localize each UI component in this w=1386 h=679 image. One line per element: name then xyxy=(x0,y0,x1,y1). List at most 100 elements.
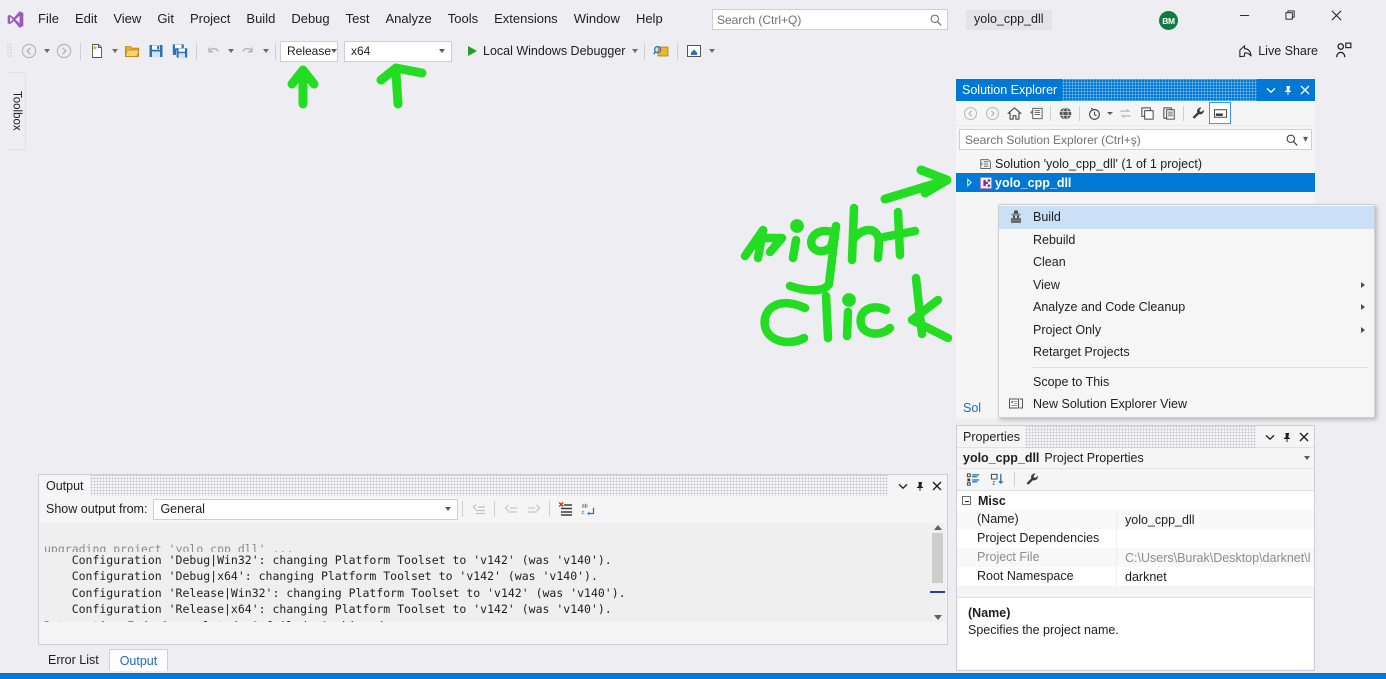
new-project-button[interactable] xyxy=(85,39,109,63)
scroll-up-arrow-icon[interactable] xyxy=(933,525,942,530)
menu-item-file[interactable]: File xyxy=(30,7,67,31)
property-row-project-dependencies[interactable]: Project Dependencies xyxy=(957,529,1314,548)
output-source-combo[interactable]: General xyxy=(153,498,459,520)
menu-item-analyze[interactable]: Analyze xyxy=(377,7,439,31)
menu-item-debug[interactable]: Debug xyxy=(283,7,337,31)
account-avatar[interactable]: BM xyxy=(1159,11,1178,30)
restore-button[interactable] xyxy=(1267,0,1313,31)
menu-item-view[interactable]: View xyxy=(105,7,149,31)
live-share-button[interactable]: Live Share xyxy=(1238,40,1318,62)
output-next-message-button[interactable] xyxy=(522,498,545,520)
se-show-all-files-button[interactable] xyxy=(1054,102,1076,124)
se-properties-window-button[interactable] xyxy=(1187,102,1209,124)
menu-item-edit[interactable]: Edit xyxy=(67,7,105,31)
property-row-project-file[interactable]: Project File C:\Users\Burak\Desktop\dark… xyxy=(957,548,1314,567)
solution-explorer-bottom-tab[interactable]: Sol xyxy=(956,398,988,418)
context-menu-item-new-solution-explorer-view[interactable]: New Solution Explorer View xyxy=(999,393,1374,416)
panel-close-button[interactable] xyxy=(1295,427,1312,447)
se-properties-button[interactable] xyxy=(1158,102,1180,124)
send-feedback-icon[interactable] xyxy=(1334,42,1352,60)
context-menu-item-view[interactable]: View xyxy=(999,274,1374,297)
panel-pin-button[interactable] xyxy=(1278,427,1295,447)
panel-drag-area[interactable] xyxy=(89,475,888,496)
menu-item-build[interactable]: Build xyxy=(238,7,283,31)
solution-configuration-combo[interactable]: Release xyxy=(280,40,338,62)
navigate-backward-button[interactable] xyxy=(17,39,41,63)
panel-pin-button[interactable] xyxy=(1279,80,1296,100)
tree-expander-icon[interactable] xyxy=(962,178,976,187)
context-menu-item-build[interactable]: Build xyxy=(999,206,1374,229)
scroll-down-arrow-icon[interactable] xyxy=(933,615,942,620)
tree-row-solution[interactable]: Solution 'yolo_cpp_dll' (1 of 1 project) xyxy=(956,154,1315,173)
se-home-button[interactable] xyxy=(1003,102,1025,124)
categorized-view-button[interactable] xyxy=(961,470,985,490)
panel-pin-button[interactable] xyxy=(911,476,928,496)
panel-menu-button[interactable] xyxy=(1262,80,1279,100)
menu-item-help[interactable]: Help xyxy=(628,7,671,31)
panel-close-button[interactable] xyxy=(1296,80,1313,100)
panel-menu-button[interactable] xyxy=(1261,427,1278,447)
output-go-to-message-button[interactable] xyxy=(467,498,490,520)
toolbar-grip-handle[interactable] xyxy=(4,42,15,60)
output-text-area[interactable]: upgrading project 'yolo_cpp_dll' ... Con… xyxy=(40,523,946,622)
context-menu-item-analyze-and-code-cleanup[interactable]: Analyze and Code Cleanup xyxy=(999,296,1374,319)
se-solution-view-button[interactable] xyxy=(1025,102,1047,124)
attach-to-process-button[interactable] xyxy=(649,39,673,63)
scrollbar-thumb[interactable] xyxy=(932,533,943,583)
context-menu-item-scope-to-this[interactable]: Scope to This xyxy=(999,371,1374,394)
solution-platform-combo[interactable]: x64 xyxy=(344,40,452,62)
se-forward-button[interactable] xyxy=(981,102,1003,124)
se-pending-changes-dropdown[interactable] xyxy=(1105,102,1114,124)
context-menu-item-clean[interactable]: Clean xyxy=(999,251,1374,274)
se-collapse-all-button[interactable] xyxy=(1136,102,1158,124)
menu-item-window[interactable]: Window xyxy=(566,7,628,31)
global-search-box[interactable] xyxy=(712,9,948,30)
panel-drag-area[interactable] xyxy=(1062,79,1257,101)
toolbar-overflow-button[interactable] xyxy=(706,39,717,63)
property-row-name[interactable]: (Name) yolo_cpp_dll xyxy=(957,510,1314,529)
redo-button[interactable] xyxy=(236,39,260,63)
chevron-down-icon[interactable] xyxy=(1304,456,1310,460)
start-debugging-button[interactable]: Local Windows Debugger xyxy=(462,40,629,62)
se-preview-selected-button[interactable] xyxy=(1209,102,1231,124)
context-menu-item-rebuild[interactable]: Rebuild xyxy=(999,229,1374,252)
context-menu-item-retarget-projects[interactable]: Retarget Projects xyxy=(999,341,1374,364)
menu-item-project[interactable]: Project xyxy=(182,7,238,31)
panel-drag-area[interactable] xyxy=(1024,425,1256,448)
save-button[interactable] xyxy=(144,39,168,63)
property-value[interactable]: darknet xyxy=(1117,570,1314,584)
properties-object-selector[interactable]: yolo_cpp_dll Project Properties xyxy=(957,448,1314,469)
properties-category-misc[interactable]: Misc xyxy=(957,491,1314,510)
context-menu-item-project-only[interactable]: Project Only xyxy=(999,319,1374,342)
save-all-button[interactable] xyxy=(168,39,192,63)
chevron-down-icon[interactable] xyxy=(331,42,337,61)
chevron-down-icon[interactable] xyxy=(441,507,455,511)
toolbox-tab[interactable]: Toolbox xyxy=(8,72,26,150)
property-row-root-namespace[interactable]: Root Namespace darknet xyxy=(957,567,1314,586)
start-debugging-dropdown[interactable] xyxy=(629,39,640,63)
solution-search-input[interactable] xyxy=(965,132,1285,147)
se-back-button[interactable] xyxy=(959,102,981,124)
menu-item-git[interactable]: Git xyxy=(149,7,182,31)
open-file-button[interactable] xyxy=(120,39,144,63)
se-pending-changes-button[interactable] xyxy=(1083,102,1105,124)
output-vertical-scrollbar[interactable] xyxy=(930,523,945,622)
output-toggle-word-wrap-button[interactable]: ab c xyxy=(577,498,600,520)
navigate-forward-button[interactable] xyxy=(52,39,76,63)
property-pages-button[interactable] xyxy=(1020,470,1044,490)
panel-close-button[interactable] xyxy=(928,476,945,496)
solution-explorer-search[interactable]: ▾ xyxy=(959,129,1312,150)
navigate-backward-dropdown[interactable] xyxy=(41,39,52,63)
tree-row-project[interactable]: yolo_cpp_dll xyxy=(956,173,1315,192)
menu-item-test[interactable]: Test xyxy=(338,7,378,31)
output-clear-all-button[interactable] xyxy=(554,498,577,520)
undo-button[interactable] xyxy=(201,39,225,63)
menu-item-extensions[interactable]: Extensions xyxy=(486,7,566,31)
chevron-down-icon[interactable] xyxy=(435,42,449,61)
se-sync-button[interactable] xyxy=(1114,102,1136,124)
minimize-button[interactable] xyxy=(1221,0,1267,31)
search-input[interactable] xyxy=(717,12,929,27)
panel-menu-button[interactable] xyxy=(894,476,911,496)
property-value[interactable]: yolo_cpp_dll xyxy=(1117,513,1314,527)
preview-window-button[interactable] xyxy=(682,39,706,63)
